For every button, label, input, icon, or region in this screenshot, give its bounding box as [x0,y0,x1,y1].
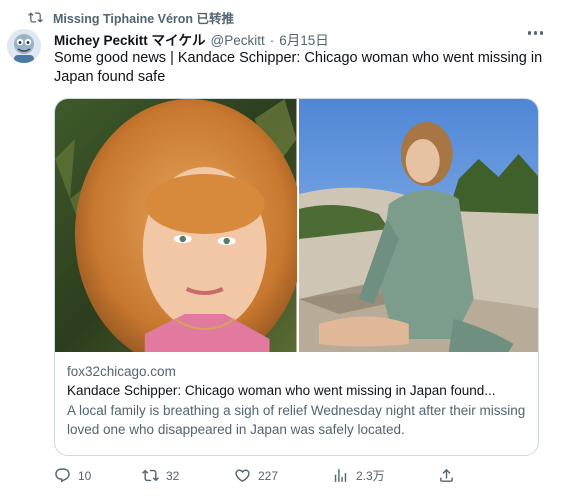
views-count: 2.3万 [356,469,385,483]
card-images[interactable] [55,99,538,352]
views-button[interactable]: 2.3万 [332,467,385,484]
reply-count: 10 [78,468,92,483]
card-domain: fox32chicago.com [67,364,176,379]
link-card[interactable]: fox32chicago.com Kandace Schipper: Chica… [54,98,539,456]
share-icon [440,468,453,482]
timestamp[interactable]: 6月15日 [279,29,329,49]
tweet[interactable]: Missing Tiphaine Véron 已转推 Michey Peckit… [0,0,569,501]
reply-button[interactable]: 10 [54,467,91,484]
retweet-button[interactable]: 32 [142,467,179,484]
retweet-icon [142,469,159,482]
like-count: 227 [258,468,279,483]
like-button[interactable]: 227 [234,467,278,484]
action-bar: 10 32 227 2.3万 [54,467,484,485]
reply-icon [55,468,70,483]
retweet-count: 32 [166,468,180,483]
card-title: Kandace Schipper: Chicago woman who went… [67,383,496,398]
card-description: A local family is breathing a sigh of re… [67,403,526,437]
views-icon [334,469,347,482]
retweet-icon [28,11,43,23]
retweet-context[interactable]: Missing Tiphaine Véron 已转推 [28,9,235,26]
tweet-text: Some good news | Kandace Schipper: Chica… [54,50,543,85]
tweet-header: Michey Peckitt マイケル @Peckitt · 6月15日 [54,29,329,49]
retweet-label: Missing Tiphaine Véron 已转推 [53,11,235,26]
card-photo-right [298,99,538,352]
like-icon [235,469,250,482]
separator-dot: · [269,33,275,48]
handle[interactable]: @Peckitt [211,33,265,48]
avatar[interactable] [7,29,41,63]
more-icon[interactable] [527,31,543,35]
share-button[interactable] [438,467,455,484]
card-photo-left [55,99,297,352]
card-text[interactable]: fox32chicago.com Kandace Schipper: Chica… [67,362,529,439]
display-name[interactable]: Michey Peckitt マイケル [54,29,206,49]
